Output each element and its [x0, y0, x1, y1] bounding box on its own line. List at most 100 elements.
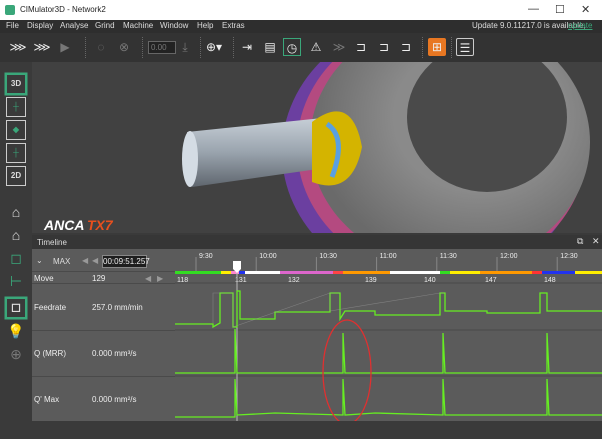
run-medium-icon[interactable]: ⋙ — [33, 38, 51, 56]
time-tick-label: 9:30 — [199, 253, 213, 260]
loop-add-icon[interactable]: ⊐ — [375, 38, 393, 56]
main-toolbar: ⋙ ⋙ ▶ ◌ ⊗ 0.00 ⤓ ⊕▾ ⇥ ▤ ◷ ⚠ ≫ ⊐ ⊐ ⊐ ⊞ ☰ — [0, 33, 602, 62]
home-add-icon[interactable]: ⌂ — [6, 225, 26, 245]
view-3d-button[interactable]: 3D — [6, 74, 26, 94]
timeline-close-icon[interactable]: ✕ — [592, 236, 600, 247]
axes-icon[interactable]: ⊢ — [6, 271, 26, 291]
timeline-labels: ⌄ MAX ◀ ◀ ▶ ▶ Move 129 ◀ ▶ Feedrate 257.… — [32, 249, 602, 421]
menu-file[interactable]: File — [6, 21, 19, 30]
simulation-scene: ANCA TX7 — [43, 62, 590, 233]
light-icon[interactable]: 💡 — [6, 321, 26, 341]
prev-icon[interactable]: ◀ — [92, 256, 98, 265]
move-color-segment — [575, 271, 602, 274]
move-color-segment — [390, 271, 440, 274]
time-tick-label: 10:00 — [259, 253, 277, 260]
menu-bar: File Display Analyse Grind Machine Windo… — [0, 20, 602, 33]
minimize-button[interactable]: — — [528, 3, 539, 15]
move-color-segment — [532, 271, 542, 274]
move-color-segment — [542, 271, 575, 274]
move-color-segment — [440, 271, 450, 274]
row-label-q-max: Q' Max — [34, 395, 60, 404]
close-button[interactable]: ✕ — [581, 3, 590, 16]
move-color-segment — [280, 271, 333, 274]
undock-icon[interactable]: ⧉ — [577, 236, 583, 247]
timeline-graph: 9:30 10:00 10:30 11:00 11:30 12:00 12:30118 131… — [175, 249, 602, 425]
time-field[interactable]: 00:09:51.257 — [102, 255, 150, 268]
tx7-logo: TX7 — [87, 217, 114, 233]
cycle-icon[interactable]: ◌ — [92, 38, 110, 56]
next-move-icon[interactable]: ▶ — [157, 274, 163, 283]
move-color-segment — [450, 271, 480, 274]
time-tick-label: 11:00 — [380, 253, 397, 260]
move-color-segment — [343, 271, 390, 274]
q-mrr-trace — [175, 328, 602, 374]
play-to-line-icon[interactable]: ⇥ — [238, 38, 256, 56]
collapse-icon[interactable]: ⌄ — [36, 256, 43, 265]
row-label-feedrate: Feedrate — [34, 303, 67, 312]
feedrate-trace — [175, 290, 602, 329]
feedrate-ghost — [212, 292, 445, 328]
row-label-q-mrr: Q (MRR) — [34, 349, 66, 358]
move-color-segment — [245, 271, 280, 274]
home-icon[interactable]: ⌂ — [6, 202, 26, 222]
timeline-header: Timeline ⧉ ✕ — [32, 235, 602, 249]
maximize-button[interactable]: ☐ — [555, 3, 565, 16]
run-step-icon[interactable]: ▶ — [56, 38, 74, 56]
cancel-icon[interactable]: ⊗ — [115, 38, 133, 56]
view-toolbar: 3D ┼ ◆ ┼ 2D ⌂ ⌂ ◻ ⊢ ◻ 💡 ⊕ — [0, 62, 32, 439]
target-dropdown-icon[interactable]: ⊕▾ — [205, 38, 223, 56]
menu-machine[interactable]: Machine — [123, 21, 153, 30]
highlight-ellipse — [322, 319, 372, 425]
3d-viewport[interactable]: ANCA TX7 — [32, 62, 602, 233]
download-icon[interactable]: ⤓ — [176, 38, 194, 56]
move-color-segment — [221, 271, 231, 274]
time-tick-label: 12:30 — [560, 253, 578, 260]
mode-label[interactable]: MAX — [53, 257, 70, 266]
clock-icon[interactable]: ◷ — [283, 38, 301, 56]
menu-help[interactable]: Help — [197, 21, 213, 30]
target-view-icon[interactable]: ⊕ — [6, 344, 26, 364]
time-tick-label: 11:30 — [440, 253, 457, 260]
row-value-move: 129 — [92, 274, 106, 283]
fit-view-icon[interactable]: ◻ — [6, 248, 26, 268]
anca-logo: ANCA — [43, 217, 84, 233]
move-color-segment — [333, 271, 343, 274]
run-fast-icon[interactable]: ⋙ — [9, 38, 27, 56]
first-icon[interactable]: ◀ — [82, 256, 88, 265]
time-tick-label: 10:30 — [319, 253, 337, 260]
report-icon[interactable]: ▤ — [261, 38, 279, 56]
loop-icon[interactable]: ⊐ — [352, 38, 370, 56]
view-top-button[interactable]: ┼ — [6, 143, 26, 163]
prev-move-icon[interactable]: ◀ — [145, 274, 151, 283]
step-input[interactable]: 0.00 — [148, 41, 176, 54]
title-bar: CIMulator3D - Network2 — ☐ ✕ — [0, 0, 602, 20]
grid-toggle-icon[interactable]: ⊞ — [428, 38, 446, 56]
menu-display[interactable]: Display — [27, 21, 53, 30]
view-2d-button[interactable]: 2D — [6, 166, 26, 186]
path-icon[interactable]: ≫ — [330, 38, 348, 56]
menu-grind[interactable]: Grind — [95, 21, 115, 30]
row-value-feedrate: 257.0 mm/min — [92, 303, 143, 312]
move-color-segment — [480, 271, 532, 274]
menu-analyse[interactable]: Analyse — [60, 21, 88, 30]
row-value-q-mrr: 0.000 mm³/s — [92, 349, 137, 358]
view-iso-button[interactable]: ◆ — [6, 120, 26, 140]
menu-extras[interactable]: Extras — [222, 21, 245, 30]
menu-window[interactable]: Window — [160, 21, 188, 30]
timeline-chart[interactable]: 9:30 10:00 10:30 11:00 11:30 12:00 12:30 118 131… — [175, 249, 602, 425]
list-icon[interactable]: ☰ — [456, 38, 474, 56]
rotate-view-icon[interactable]: ◻ — [6, 298, 26, 318]
q-max-trace — [175, 378, 602, 418]
move-color-segment — [239, 271, 245, 274]
time-tick-label: 12:00 — [500, 253, 518, 260]
update-link[interactable]: update — [568, 21, 592, 30]
row-value-q-max: 0.000 mm²/s — [92, 395, 137, 404]
row-label-move: Move — [34, 274, 54, 283]
window-title: CIMulator3D - Network2 — [20, 5, 106, 14]
view-front-button[interactable]: ┼ — [6, 97, 26, 117]
move-color-segment — [175, 271, 221, 274]
warning-icon[interactable]: ⚠ — [307, 38, 325, 56]
loop-end-icon[interactable]: ⊐ — [397, 38, 415, 56]
app-logo-icon — [5, 5, 15, 15]
timeline-title: Timeline — [37, 238, 67, 247]
